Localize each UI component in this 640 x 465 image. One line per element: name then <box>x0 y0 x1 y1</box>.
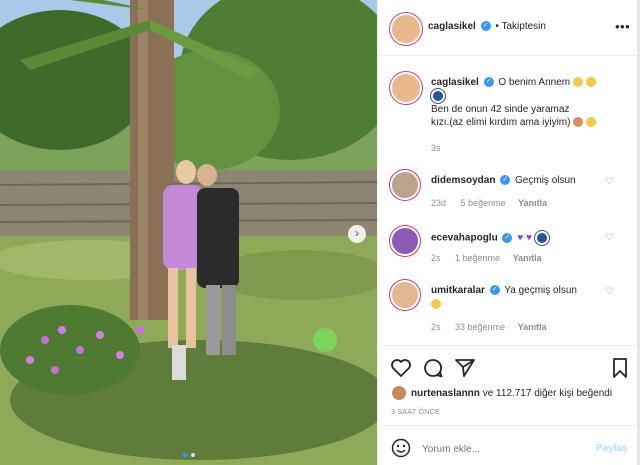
next-photo-button[interactable]: › <box>348 225 366 243</box>
comment-meta: 23d 5 beğenme Yanıtla <box>431 198 611 208</box>
comment-time: 2s <box>431 253 441 263</box>
comment-likes[interactable]: 5 beğenme <box>461 198 506 208</box>
header-username[interactable]: caglasikel <box>428 21 476 32</box>
comment-username[interactable]: ecevahapoglu <box>431 233 498 244</box>
comment-like-icon[interactable]: ♡ <box>605 176 614 187</box>
reply-button[interactable]: Yanıtla <box>518 198 547 208</box>
evil-eye-emoji-icon <box>431 89 445 103</box>
header-info: caglasikel ✓ • Takiptesin <box>428 21 546 32</box>
comment-like-icon[interactable]: ♡ <box>605 232 614 243</box>
laugh-emoji-icon <box>586 117 597 128</box>
comment-input[interactable] <box>420 439 584 459</box>
comment-icon[interactable] <box>422 357 444 379</box>
verified-badge-icon: ✓ <box>502 233 513 243</box>
likes-summary[interactable]: nurtenaslannn ve 112.717 diğer kişi beğe… <box>411 388 612 399</box>
comment-time: 2s <box>431 322 441 332</box>
comment-2: ecevahapoglu ✓ ♥ ♥ <box>431 231 549 245</box>
comment-like-icon[interactable]: ♡ <box>605 286 614 297</box>
heart-icon[interactable] <box>390 357 412 379</box>
comment-time: 23d <box>431 198 447 208</box>
photo-scene <box>0 0 377 465</box>
caption-time: 3s <box>431 143 441 153</box>
header-avatar[interactable] <box>390 13 422 45</box>
caption-line2: Ben de onun 42 sinde yaramaz <box>431 104 570 115</box>
header-dot: • <box>495 21 499 32</box>
verified-badge-icon: ✓ <box>500 175 511 186</box>
post-comment-button[interactable]: Paylaş <box>596 443 628 454</box>
caption-line3: kızı.(az elimi kırdım ama iyiyim) <box>431 117 571 128</box>
caption-text: caglasikel ✓ O benim Annem Ben de onun 4… <box>431 76 631 129</box>
verified-badge-icon: ✓ <box>483 77 494 88</box>
caption-username[interactable]: caglasikel <box>431 77 479 88</box>
send-icon[interactable] <box>454 357 476 379</box>
purple-heart-icon: ♥ <box>517 232 524 244</box>
comment-likes[interactable]: 33 beğenme <box>455 322 505 332</box>
emoji-picker-icon[interactable] <box>391 438 411 458</box>
comment-meta: 2s 33 beğenme Yanıtla <box>431 322 611 332</box>
purple-heart-icon: ♥ <box>525 232 532 244</box>
header-divider <box>378 55 638 56</box>
girl-emoji-icon <box>573 117 584 128</box>
post-details-panel: caglasikel ✓ • Takiptesin ••• caglasikel… <box>377 0 638 465</box>
composer-divider <box>378 425 638 426</box>
comment-likes[interactable]: 1 beğenme <box>455 253 500 263</box>
comment-username[interactable]: didemsoydan <box>431 175 495 186</box>
comment-username[interactable]: umitkaralar <box>431 285 485 296</box>
verified-badge-icon: ✓ <box>480 21 491 32</box>
smiley-emoji-icon <box>572 77 583 88</box>
comment-avatar[interactable] <box>390 280 420 310</box>
comment-avatar[interactable] <box>390 170 420 200</box>
comment-text: Ya geçmiş olsun <box>504 285 577 296</box>
actions-divider <box>378 345 638 346</box>
comment-text: Geçmiş olsun <box>515 175 576 186</box>
comment-avatar[interactable] <box>390 226 420 256</box>
caption-avatar[interactable] <box>390 72 422 104</box>
post-photo[interactable]: › <box>0 0 377 465</box>
caption-line1: O benim Annem <box>498 77 571 88</box>
evil-eye-emoji-icon <box>534 231 549 245</box>
reply-button[interactable]: Yanıtla <box>518 322 547 332</box>
reply-button[interactable]: Yanıtla <box>513 253 542 263</box>
chevron-right-icon: › <box>355 226 359 240</box>
liker-username[interactable]: nurtenaslannn <box>411 388 480 399</box>
bookmark-icon[interactable] <box>611 357 629 379</box>
comment-1: didemsoydan ✓ Geçmiş olsun <box>431 175 576 186</box>
sad-emoji-icon <box>431 299 441 310</box>
likes-count[interactable]: ve 112.717 diğer kişi beğendi <box>483 388 612 399</box>
comment-3: umitkaralar ✓ Ya geçmiş olsun <box>431 284 611 312</box>
follow-status[interactable]: Takiptesin <box>502 21 546 32</box>
verified-badge-icon: ✓ <box>489 285 500 296</box>
more-options-icon[interactable]: ••• <box>615 19 630 34</box>
pray-emoji-icon <box>585 77 596 88</box>
post-timestamp: 3 SAAT ÖNCE <box>391 409 440 416</box>
liker-avatar[interactable] <box>392 386 406 400</box>
comment-meta: 2s 1 beğenme Yanıtla <box>431 253 611 263</box>
